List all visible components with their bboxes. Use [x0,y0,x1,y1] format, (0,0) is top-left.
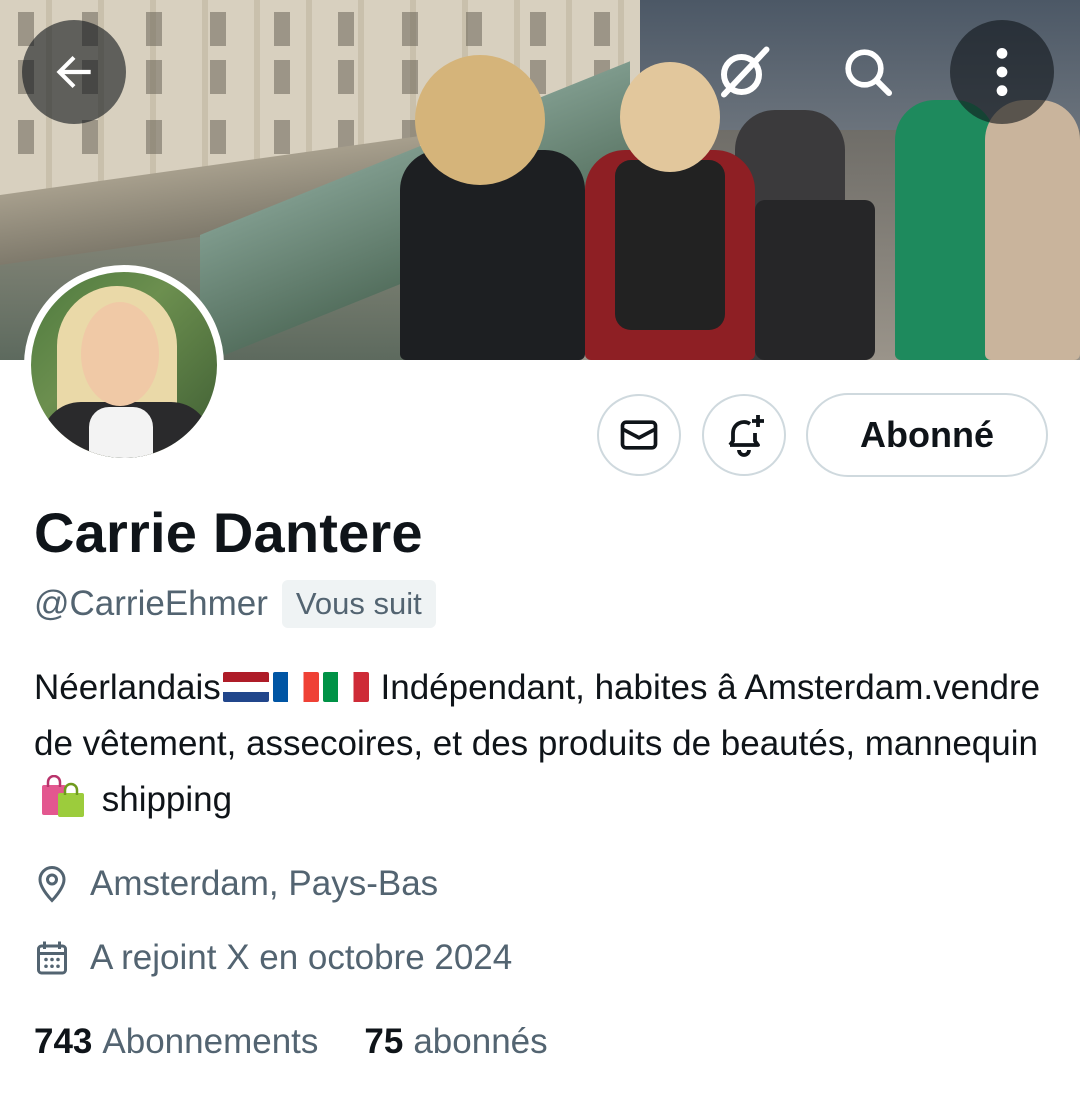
banner-person [985,100,1080,360]
location-pin-icon [38,865,66,903]
bio-text: shipping [92,780,233,819]
banner-person-head [415,55,545,185]
bio-text: Néerlandais [34,668,221,707]
following-label: Abonnements [102,1022,319,1061]
calendar-icon [37,941,67,975]
following-button-label: Abonné [860,414,994,455]
joined-text: A rejoint X en octobre 2024 [90,938,513,977]
follow-stats: 743 Abonnements 75 abonnés [34,1022,548,1062]
bell-plus-icon [728,415,764,457]
profile-bio: Néerlandais Indépendant, habites â Amste… [34,660,1044,828]
more-button[interactable] [950,20,1054,124]
search-button[interactable] [816,20,920,124]
following-button[interactable]: Abonné [806,393,1048,477]
profile-name: Carrie Dantere [34,501,423,564]
avatar[interactable] [24,265,224,465]
grok-button[interactable] [692,20,796,124]
message-button[interactable] [597,394,681,476]
followers-label: abonnés [413,1022,548,1061]
follows-you-badge: Vous suit [281,580,436,628]
search-icon [845,49,893,97]
notifications-button[interactable] [702,394,786,476]
handle-row: @CarrieEhmer Vous suit [34,580,436,628]
flag-france-icon [272,672,319,702]
flag-netherlands-icon [222,672,269,702]
envelope-icon [620,420,658,450]
grok-icon [721,46,770,98]
back-button[interactable] [22,20,126,124]
profile-handle: @CarrieEhmer [34,584,268,623]
followers-count: 75 [364,1022,404,1061]
location-row: Amsterdam, Pays-Bas [34,864,438,904]
arrow-left-icon [56,55,91,89]
following-link[interactable]: 743 Abonnements [34,1022,318,1062]
location-text: Amsterdam, Pays-Bas [90,864,439,903]
joined-row: A rejoint X en octobre 2024 [34,938,512,978]
flag-italy-icon [322,672,369,702]
more-vertical-icon [996,47,1008,97]
shopping-bags-icon [38,774,88,819]
banner-person [895,100,995,360]
following-count: 743 [34,1022,93,1061]
banner-baby-carrier [615,160,725,330]
followers-link[interactable]: 75 abonnés [364,1022,547,1062]
banner-stroller [755,200,875,360]
